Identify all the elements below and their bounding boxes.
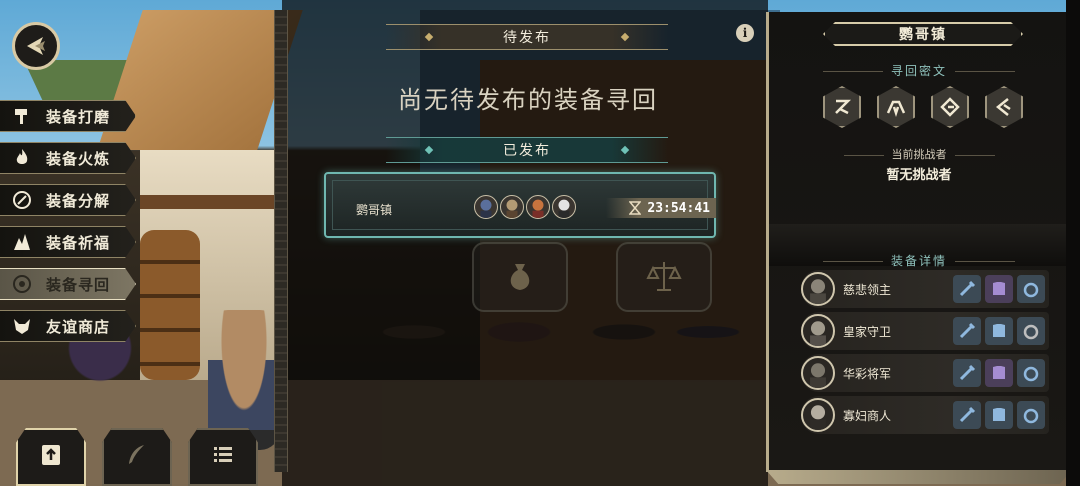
cipher-title-text: 寻回密文 (890, 64, 947, 78)
town-title: 鹦哥镇 (823, 22, 1023, 46)
equip-row[interactable]: 慈悲领主 (801, 270, 1049, 308)
menu-item-retrieve[interactable]: 装备寻回 (0, 268, 136, 300)
armor-icon[interactable] (985, 359, 1013, 387)
disassemble-icon (10, 188, 34, 212)
rune-x-icon (835, 99, 852, 115)
ring-icon[interactable] (1017, 275, 1045, 303)
task-town-name: 鹦哥镇 (356, 203, 393, 217)
hammer-icon (10, 104, 34, 128)
task-timer: 23:54:41 (606, 198, 716, 218)
cipher-glyph-2[interactable] (877, 86, 915, 128)
equip-row[interactable]: 寡妇商人 (801, 396, 1049, 434)
list-icon (214, 447, 232, 462)
armor-icon[interactable] (985, 401, 1013, 429)
bottom-toolbar (16, 428, 258, 486)
menu-item-disassemble[interactable]: 装备分解 (0, 184, 136, 216)
menu-item-label: 装备打磨 (46, 107, 111, 126)
sword-icon[interactable] (953, 359, 981, 387)
challenger-value: 暂无挑战者 (886, 168, 952, 183)
sword-icon[interactable] (953, 401, 981, 429)
ring-icon[interactable] (1017, 317, 1045, 345)
feather-icon (129, 445, 144, 464)
detail-panel: 鹦哥镇 寻回密文 当前挑战者 暂无挑战者 装备详情 慈悲领主 皇家守卫 华彩将军… (766, 12, 1069, 472)
avatar (552, 195, 576, 219)
character-portrait (801, 398, 835, 432)
sword-icon[interactable] (953, 317, 981, 345)
balance-button (616, 242, 712, 312)
equip-row[interactable]: 华彩将军 (801, 354, 1049, 392)
menu-item-forge[interactable]: 装备火炼 (0, 142, 136, 174)
list-button[interactable] (188, 428, 258, 486)
divider-strip (274, 10, 288, 472)
info-icon[interactable]: i (736, 24, 754, 42)
right-edge (1066, 0, 1080, 486)
rune-arch-icon (886, 100, 906, 117)
equip-row[interactable]: 皇家守卫 (801, 312, 1049, 350)
avatar (474, 195, 498, 219)
cipher-glyph-1[interactable] (823, 86, 861, 128)
retrieve-icon (10, 272, 34, 296)
rune-diamond-icon (940, 97, 960, 117)
center-panel: 待发布 i 尚无待发布的装备寻回 已发布 鹦哥镇 23:54:41 (290, 0, 766, 486)
money-bag-icon (510, 264, 530, 290)
character-portrait (801, 272, 835, 306)
challenger-label-text: 当前挑战者 (891, 148, 947, 161)
ring-icon[interactable] (1017, 359, 1045, 387)
flame-icon (10, 146, 34, 170)
pray-icon (10, 230, 34, 254)
fox-shop-icon (10, 314, 34, 338)
upload-document-icon (42, 445, 60, 465)
reward-bag-button (472, 242, 568, 312)
menu-item-polish[interactable]: 装备打磨 (0, 100, 136, 132)
published-title: 已发布 (503, 143, 551, 159)
task-avatars (474, 195, 576, 219)
menu-item-label: 装备分解 (46, 191, 111, 210)
published-task-card[interactable]: 鹦哥镇 23:54:41 (324, 172, 716, 238)
character-name: 慈悲领主 (843, 282, 892, 297)
character-name: 华彩将军 (843, 366, 892, 381)
cipher-section-title: 寻回密文 (769, 62, 1069, 79)
sword-icon[interactable] (953, 275, 981, 303)
character-portrait (801, 314, 835, 348)
avatar (526, 195, 550, 219)
menu-item-label: 友谊商店 (46, 317, 111, 336)
pending-section-header: 待发布 (386, 24, 668, 50)
avatar (500, 195, 524, 219)
equip-section-title: 装备详情 (769, 252, 1069, 269)
countdown-text: 23:54:41 (647, 200, 710, 216)
side-menu: 装备打磨 装备火炼 装备分解 装备祈福 装备寻回 友谊商店 (0, 100, 138, 352)
scales-icon (646, 262, 682, 291)
menu-item-friendship-shop[interactable]: 友谊商店 (0, 310, 136, 342)
published-section-header: 已发布 (386, 137, 668, 163)
menu-item-pray[interactable]: 装备祈福 (0, 226, 136, 258)
menu-item-label: 装备火炼 (46, 149, 111, 168)
equip-title-text: 装备详情 (890, 254, 947, 268)
cipher-list (823, 86, 1023, 128)
menu-item-label: 装备祈福 (46, 233, 111, 252)
back-arrow-icon (27, 37, 45, 55)
publish-button[interactable] (16, 428, 86, 486)
armor-icon[interactable] (985, 317, 1013, 345)
character-name: 皇家守卫 (843, 324, 892, 339)
character-name: 寡妇商人 (843, 408, 892, 423)
equip-list: 慈悲领主 皇家守卫 华彩将军 寡妇商人 (801, 270, 1049, 438)
character-portrait (801, 356, 835, 390)
hourglass-icon (629, 201, 642, 215)
ring-icon[interactable] (1017, 401, 1045, 429)
cipher-glyph-3[interactable] (931, 86, 969, 128)
rune-chevron-icon (995, 98, 1011, 116)
pending-title: 待发布 (503, 30, 551, 46)
cipher-glyph-4[interactable] (985, 86, 1023, 128)
menu-item-label: 装备寻回 (46, 275, 111, 294)
quill-button[interactable] (102, 428, 172, 486)
back-button[interactable] (12, 22, 60, 70)
armor-icon[interactable] (985, 275, 1013, 303)
challenger-label: 当前挑战者 (769, 146, 1069, 162)
empty-pending-message: 尚无待发布的装备寻回 (398, 86, 658, 114)
